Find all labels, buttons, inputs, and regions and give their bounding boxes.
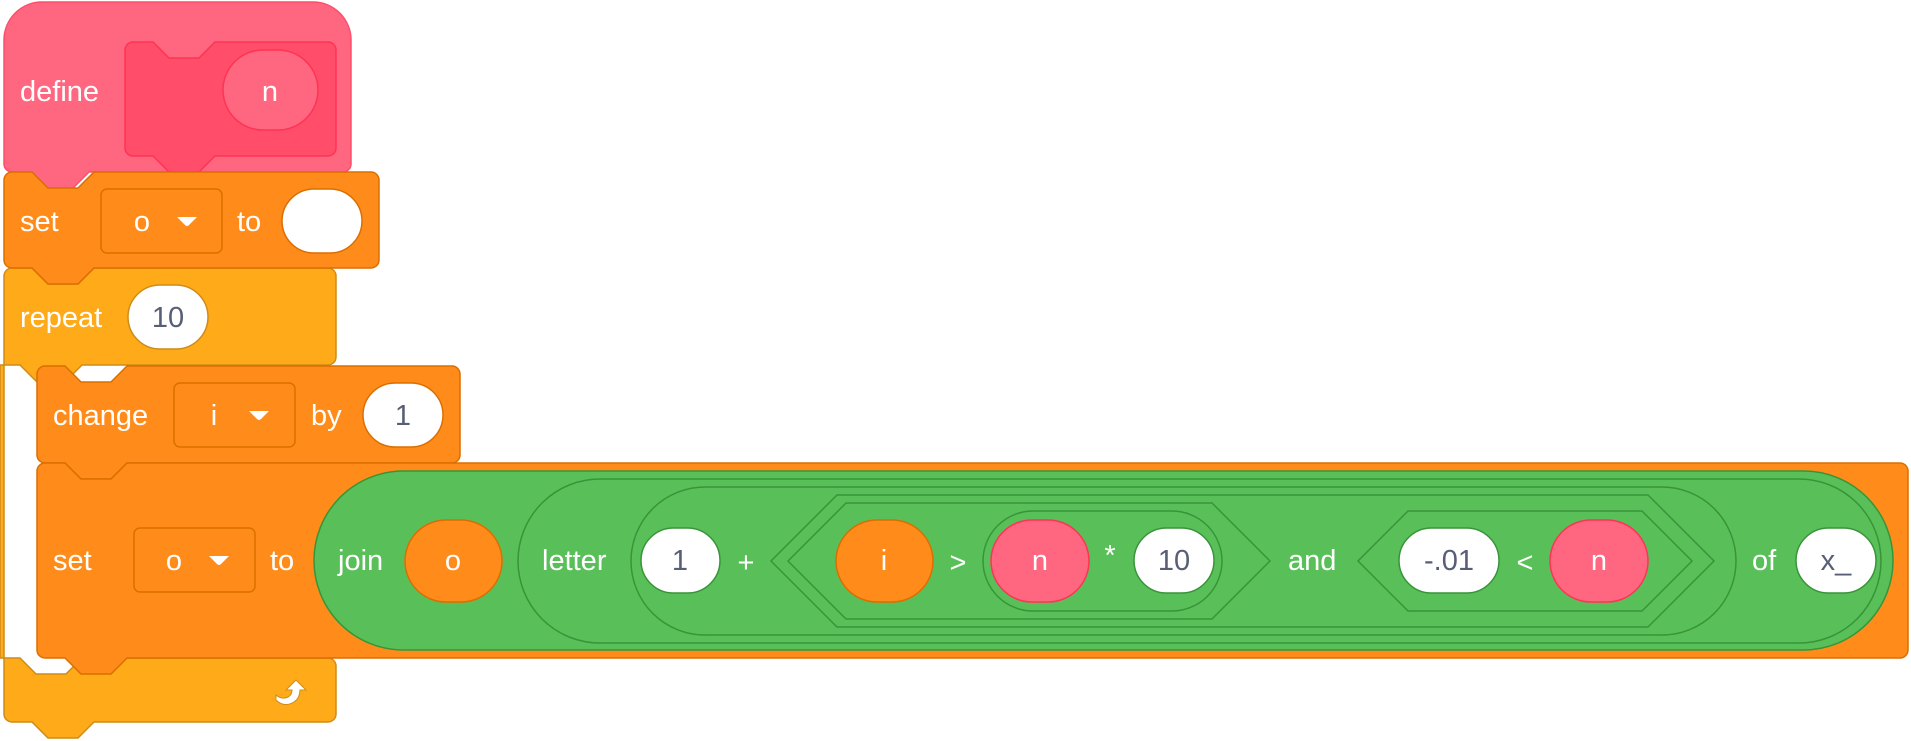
param-n-label-2: n [1591, 545, 1607, 577]
multiply-operator: * [1104, 540, 1115, 572]
add-operator: + [738, 547, 755, 579]
repeat-label: repeat [20, 302, 102, 334]
change-value: 1 [395, 400, 411, 432]
define-param-label: n [262, 76, 278, 108]
multiply-right-input[interactable]: 10 [1133, 527, 1215, 594]
letter-label: letter [542, 545, 607, 577]
variable-i-label: i [881, 545, 887, 577]
letter-string-value: x_ [1821, 545, 1853, 577]
define-label: define [20, 76, 99, 108]
define-param-n[interactable]: n [222, 49, 319, 131]
define-block[interactable]: define n [3, 1, 352, 189]
less-than-boolean[interactable]: -.01 < n [1356, 510, 1694, 612]
variable-dropdown-2[interactable]: o [133, 527, 256, 593]
greater-than-boolean[interactable]: i > n * 10 [786, 502, 1272, 620]
and-boolean[interactable]: i > n * 10 and -.01 < n [769, 494, 1716, 628]
to-label-1: to [237, 206, 261, 238]
repeat-times-input[interactable]: 10 [127, 284, 209, 350]
variable-i-reporter[interactable]: i [835, 519, 934, 603]
scripts-canvas: repeat 10 define n set o to change i by … [0, 1, 1909, 739]
variable-dropdown-change[interactable]: i [173, 382, 296, 448]
join-reporter[interactable]: join o letter 1 + i > n * 10 and -.01 < … [313, 470, 1894, 651]
multiply-reporter[interactable]: n * 10 [982, 510, 1223, 612]
variable-dropdown-change-value: i [211, 400, 217, 432]
param-n-reporter-1[interactable]: n [990, 519, 1090, 603]
less-than-left-input[interactable]: -.01 [1398, 527, 1500, 594]
to-label-2: to [270, 545, 294, 577]
param-n-label-1: n [1032, 545, 1048, 577]
repeat-times-value: 10 [152, 302, 184, 334]
add-reporter[interactable]: 1 + i > n * 10 and -.01 < n [630, 486, 1737, 636]
change-value-input[interactable]: 1 [362, 382, 444, 448]
add-left-input[interactable]: 1 [640, 527, 721, 594]
variable-dropdown-1[interactable]: o [100, 188, 223, 254]
set-variable-block-1[interactable]: set o to [3, 171, 380, 285]
join-first-variable-label: o [445, 545, 461, 577]
and-label: and [1288, 545, 1336, 577]
less-than-operator: < [1517, 547, 1534, 579]
letter-of-reporter[interactable]: letter 1 + i > n * 10 and -.01 < n of x_ [517, 478, 1882, 644]
join-label: join [337, 545, 383, 577]
set-label-2: set [53, 545, 92, 577]
set-label-1: set [20, 206, 59, 238]
greater-than-operator: > [950, 547, 967, 579]
join-first-variable-o[interactable]: o [404, 519, 503, 603]
set-variable-block-2[interactable]: set o to join o letter 1 + i > n * 10 an… [36, 462, 1909, 675]
multiply-right-value: 10 [1158, 545, 1190, 577]
variable-dropdown-2-value: o [166, 545, 182, 577]
add-left-value: 1 [672, 545, 688, 577]
variable-dropdown-1-value: o [134, 206, 150, 238]
letter-string-input[interactable]: x_ [1795, 527, 1877, 594]
by-label: by [311, 400, 342, 432]
set-value-input-1[interactable] [281, 188, 363, 254]
change-label: change [53, 400, 148, 432]
param-n-reporter-2[interactable]: n [1549, 519, 1649, 603]
change-variable-block[interactable]: change i by 1 [36, 365, 461, 480]
of-label: of [1752, 545, 1777, 577]
less-than-left-value: -.01 [1424, 545, 1474, 577]
